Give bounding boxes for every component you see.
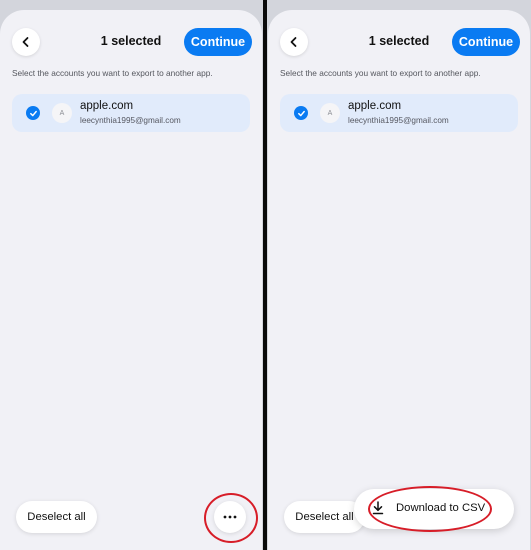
more-options-button[interactable] (214, 501, 246, 533)
checkmark-icon (29, 110, 37, 116)
download-csv-label: Download to CSV (396, 502, 486, 514)
deselect-all-button[interactable]: Deselect all (284, 501, 365, 533)
export-sheet-left: 1 selected Continue Select the accounts … (0, 10, 262, 550)
back-button[interactable] (280, 28, 308, 56)
account-row[interactable]: A apple.com leecynthia1995@gmail.com (280, 94, 518, 132)
site-favicon: A (52, 103, 72, 123)
checkmark-icon (297, 110, 305, 116)
ellipsis-icon (223, 515, 237, 519)
back-button[interactable] (12, 28, 40, 56)
export-sheet-right: 1 selected Continue Select the accounts … (268, 10, 530, 550)
checkbox-checked[interactable] (26, 106, 40, 120)
screen-divider (263, 0, 267, 550)
account-domain: apple.com (348, 100, 402, 112)
account-domain: apple.com (80, 100, 134, 112)
site-favicon: A (320, 103, 340, 123)
download-csv-menu-item[interactable]: Download to CSV (354, 489, 514, 529)
instructions-text: Select the accounts you want to export t… (280, 68, 481, 78)
chevron-left-icon (290, 37, 297, 47)
account-email: leecynthia1995@gmail.com (80, 116, 181, 125)
chevron-left-icon (22, 37, 29, 47)
comparison-canvas: 1 selected Continue Select the accounts … (0, 0, 531, 550)
account-email: leecynthia1995@gmail.com (348, 116, 449, 125)
continue-button[interactable]: Continue (184, 28, 252, 56)
download-icon (372, 501, 384, 515)
account-row[interactable]: A apple.com leecynthia1995@gmail.com (12, 94, 250, 132)
checkbox-checked[interactable] (294, 106, 308, 120)
deselect-all-button[interactable]: Deselect all (16, 501, 97, 533)
instructions-text: Select the accounts you want to export t… (12, 68, 213, 78)
continue-button[interactable]: Continue (452, 28, 520, 56)
